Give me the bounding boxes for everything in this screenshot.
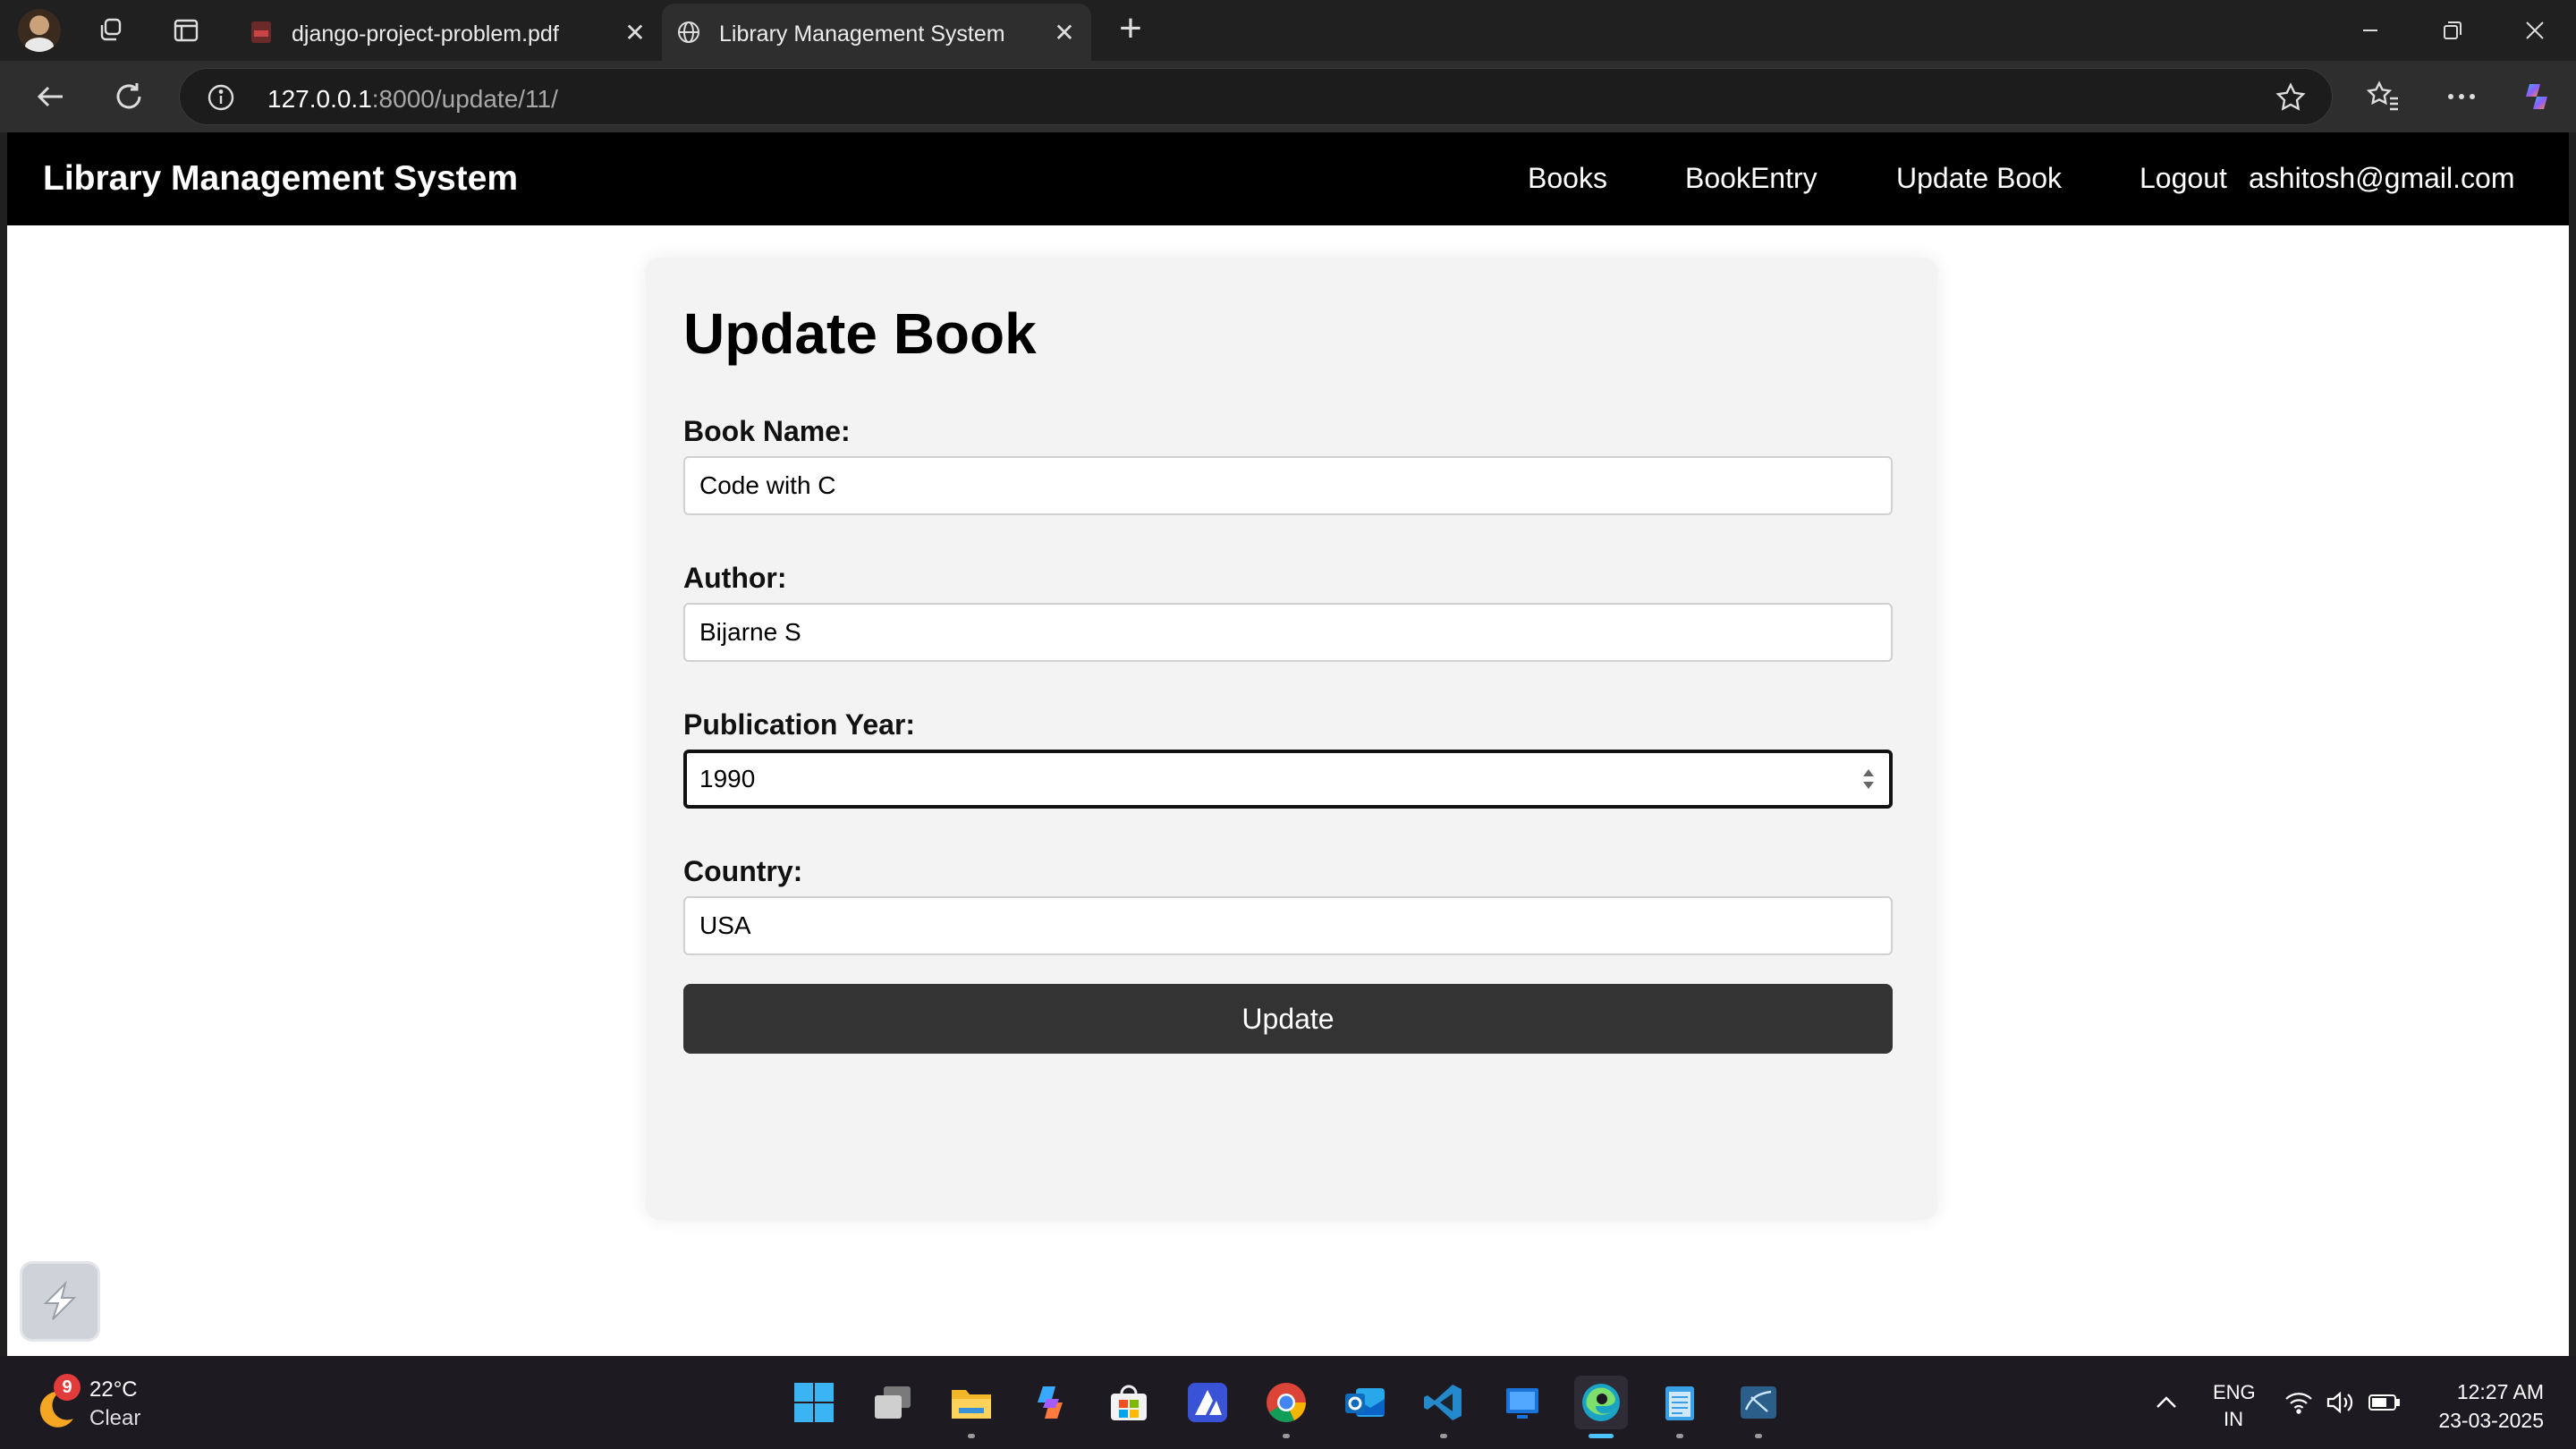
publication-year-field (646, 750, 1937, 809)
number-spinner-icon[interactable] (1862, 767, 1875, 791)
microsoft-store-icon[interactable] (1102, 1376, 1156, 1429)
running-indicator (1589, 1434, 1614, 1438)
publication-year-label: Publication Year: (683, 708, 916, 741)
notepad-icon[interactable] (1653, 1376, 1707, 1438)
running-indicator (1755, 1434, 1762, 1438)
system-clock[interactable]: 12:27 AM 23-03-2025 (2429, 1377, 2544, 1435)
windows-taskbar: 9 22°C Clear ENG IN 12:27 AM 23-03-2025 (0, 1356, 2576, 1449)
more-menu-icon[interactable] (2440, 75, 2483, 118)
globe-icon (678, 21, 699, 43)
book-name-input[interactable] (683, 456, 1893, 515)
tab-title: django-project-problem.pdf (292, 21, 559, 47)
tab-pdf[interactable]: django-project-problem.pdf ✕ (234, 4, 662, 61)
close-tab-icon[interactable]: ✕ (1050, 18, 1079, 47)
site-navbar: Library Management System Books BookEntr… (7, 132, 2569, 225)
browser-tab-strip: django-project-problem.pdf ✕ Library Man… (0, 0, 2576, 61)
mysql-workbench-icon[interactable] (1732, 1376, 1785, 1438)
wifi-icon[interactable] (2283, 1383, 2315, 1422)
update-book-form: Update Book Book Name: Author: Publicati… (646, 258, 1937, 1220)
outlook-icon[interactable] (1338, 1376, 1392, 1429)
weather-condition[interactable]: Clear (89, 1406, 140, 1431)
address-bar[interactable]: 127.0.0.1:8000/update/11/ (179, 68, 2333, 125)
running-indicator (1676, 1434, 1683, 1438)
running-indicator (1440, 1434, 1447, 1438)
pdf-icon (251, 21, 271, 43)
tab-actions-icon[interactable] (168, 13, 204, 48)
running-indicator (1283, 1434, 1290, 1438)
site-brand[interactable]: Library Management System (43, 159, 518, 199)
minimize-icon[interactable] (2349, 9, 2392, 52)
nav-link-bookentry[interactable]: BookEntry (1685, 162, 1818, 195)
user-email: ashitosh@gmail.com (2249, 162, 2515, 194)
battery-icon[interactable] (2367, 1383, 2402, 1422)
workspaces-icon[interactable] (93, 13, 129, 48)
url-text[interactable]: 127.0.0.1:8000/update/11/ (267, 85, 558, 114)
site-info-icon[interactable] (207, 83, 235, 112)
refresh-icon[interactable] (107, 75, 150, 118)
windows-app-icon[interactable] (1496, 1376, 1549, 1429)
copilot-app-icon[interactable] (1023, 1376, 1077, 1429)
nav-link-books[interactable]: Books (1528, 162, 1607, 195)
browser-toolbar: 127.0.0.1:8000/update/11/ (0, 61, 2576, 132)
country-label: Country: (683, 855, 803, 887)
edge-icon[interactable] (1574, 1376, 1628, 1438)
publication-year-input[interactable] (683, 750, 1893, 809)
file-explorer-icon[interactable] (945, 1376, 998, 1438)
weather-temperature[interactable]: 22°C (89, 1377, 138, 1402)
back-icon[interactable] (29, 75, 72, 118)
extension-logo-icon (43, 1280, 77, 1320)
language-indicator[interactable]: ENG IN (2213, 1379, 2256, 1433)
show-hidden-icons-chevron-icon[interactable] (2150, 1383, 2182, 1422)
running-indicator (968, 1434, 975, 1438)
close-tab-icon[interactable]: ✕ (621, 18, 649, 47)
tab-title: Library Management System (719, 21, 1005, 47)
close-window-icon[interactable] (2513, 9, 2556, 52)
page-viewport: Library Management System Books BookEntr… (7, 132, 2569, 1356)
favorite-star-icon[interactable] (2275, 81, 2307, 114)
country-input[interactable] (683, 896, 1893, 955)
author-label: Author: (683, 562, 787, 594)
affinity-app-icon[interactable] (1181, 1376, 1234, 1429)
book-name-label: Book Name: (683, 415, 851, 447)
tab-library[interactable]: Library Management System ✕ (662, 4, 1091, 61)
page-title: Update Book (683, 301, 1037, 366)
profile-avatar[interactable] (18, 9, 61, 52)
nav-link-logout[interactable]: Logout (2140, 162, 2227, 195)
floating-extension-widget[interactable] (20, 1261, 100, 1342)
favorites-icon[interactable] (2361, 75, 2404, 118)
start-icon[interactable] (787, 1376, 841, 1429)
author-input[interactable] (683, 603, 1893, 662)
nav-link-update-book[interactable]: Update Book (1896, 162, 2062, 195)
vscode-icon[interactable] (1417, 1376, 1470, 1438)
update-button[interactable]: Update (683, 984, 1893, 1054)
restore-icon[interactable] (2431, 9, 2474, 52)
new-tab-icon[interactable]: + (1113, 6, 1148, 50)
weather-badge: 9 (54, 1374, 80, 1401)
copilot-icon[interactable] (2515, 75, 2558, 118)
task-view-icon[interactable] (866, 1376, 919, 1429)
chrome-icon[interactable] (1259, 1376, 1313, 1438)
volume-icon[interactable] (2324, 1383, 2356, 1422)
